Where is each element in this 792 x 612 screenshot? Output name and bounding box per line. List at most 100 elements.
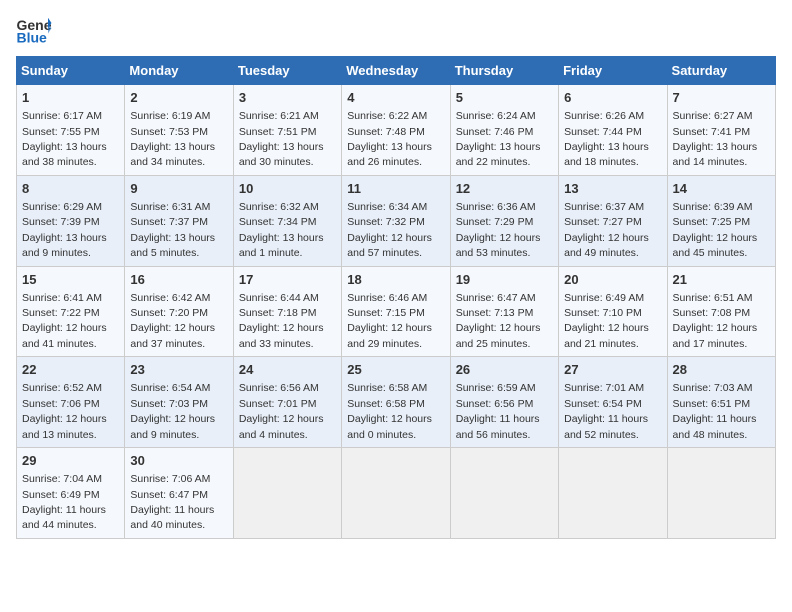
weekday-sunday: Sunday xyxy=(17,57,125,85)
weekday-saturday: Saturday xyxy=(667,57,775,85)
page-header: General Blue xyxy=(16,16,776,44)
day-info: Sunrise: 6:58 AMSunset: 6:58 PMDaylight:… xyxy=(347,382,432,440)
day-number: 19 xyxy=(456,271,553,289)
day-number: 5 xyxy=(456,89,553,107)
day-number: 23 xyxy=(130,361,227,379)
day-info: Sunrise: 6:34 AMSunset: 7:32 PMDaylight:… xyxy=(347,201,432,259)
calendar-cell: 9 Sunrise: 6:31 AMSunset: 7:37 PMDayligh… xyxy=(125,175,233,266)
day-number: 16 xyxy=(130,271,227,289)
calendar-cell: 14 Sunrise: 6:39 AMSunset: 7:25 PMDaylig… xyxy=(667,175,775,266)
day-info: Sunrise: 6:37 AMSunset: 7:27 PMDaylight:… xyxy=(564,201,649,259)
weekday-wednesday: Wednesday xyxy=(342,57,450,85)
day-number: 28 xyxy=(673,361,770,379)
calendar-cell: 3 Sunrise: 6:21 AMSunset: 7:51 PMDayligh… xyxy=(233,85,341,176)
calendar-cell: 13 Sunrise: 6:37 AMSunset: 7:27 PMDaylig… xyxy=(559,175,667,266)
calendar-cell xyxy=(233,448,341,539)
calendar-cell: 10 Sunrise: 6:32 AMSunset: 7:34 PMDaylig… xyxy=(233,175,341,266)
calendar-cell: 11 Sunrise: 6:34 AMSunset: 7:32 PMDaylig… xyxy=(342,175,450,266)
day-info: Sunrise: 7:03 AMSunset: 6:51 PMDaylight:… xyxy=(673,382,757,440)
day-number: 8 xyxy=(22,180,119,198)
calendar-cell: 21 Sunrise: 6:51 AMSunset: 7:08 PMDaylig… xyxy=(667,266,775,357)
calendar-cell: 15 Sunrise: 6:41 AMSunset: 7:22 PMDaylig… xyxy=(17,266,125,357)
logo-icon: General Blue xyxy=(16,16,52,44)
day-number: 10 xyxy=(239,180,336,198)
week-row-2: 8 Sunrise: 6:29 AMSunset: 7:39 PMDayligh… xyxy=(17,175,776,266)
day-info: Sunrise: 6:59 AMSunset: 6:56 PMDaylight:… xyxy=(456,382,540,440)
calendar-cell: 1 Sunrise: 6:17 AMSunset: 7:55 PMDayligh… xyxy=(17,85,125,176)
day-info: Sunrise: 6:32 AMSunset: 7:34 PMDaylight:… xyxy=(239,201,324,259)
day-info: Sunrise: 6:31 AMSunset: 7:37 PMDaylight:… xyxy=(130,201,215,259)
day-number: 17 xyxy=(239,271,336,289)
calendar-cell xyxy=(450,448,558,539)
day-info: Sunrise: 6:42 AMSunset: 7:20 PMDaylight:… xyxy=(130,292,215,350)
calendar-cell xyxy=(559,448,667,539)
day-number: 9 xyxy=(130,180,227,198)
day-number: 22 xyxy=(22,361,119,379)
day-info: Sunrise: 6:47 AMSunset: 7:13 PMDaylight:… xyxy=(456,292,541,350)
day-number: 14 xyxy=(673,180,770,198)
calendar-cell: 16 Sunrise: 6:42 AMSunset: 7:20 PMDaylig… xyxy=(125,266,233,357)
week-row-4: 22 Sunrise: 6:52 AMSunset: 7:06 PMDaylig… xyxy=(17,357,776,448)
day-info: Sunrise: 6:54 AMSunset: 7:03 PMDaylight:… xyxy=(130,382,215,440)
calendar-cell: 30 Sunrise: 7:06 AMSunset: 6:47 PMDaylig… xyxy=(125,448,233,539)
day-info: Sunrise: 7:06 AMSunset: 6:47 PMDaylight:… xyxy=(130,473,214,531)
week-row-1: 1 Sunrise: 6:17 AMSunset: 7:55 PMDayligh… xyxy=(17,85,776,176)
day-number: 24 xyxy=(239,361,336,379)
calendar-cell: 22 Sunrise: 6:52 AMSunset: 7:06 PMDaylig… xyxy=(17,357,125,448)
day-info: Sunrise: 6:22 AMSunset: 7:48 PMDaylight:… xyxy=(347,110,432,168)
weekday-thursday: Thursday xyxy=(450,57,558,85)
day-info: Sunrise: 6:51 AMSunset: 7:08 PMDaylight:… xyxy=(673,292,758,350)
day-number: 18 xyxy=(347,271,444,289)
calendar-cell: 25 Sunrise: 6:58 AMSunset: 6:58 PMDaylig… xyxy=(342,357,450,448)
day-number: 27 xyxy=(564,361,661,379)
calendar-cell: 24 Sunrise: 6:56 AMSunset: 7:01 PMDaylig… xyxy=(233,357,341,448)
day-number: 30 xyxy=(130,452,227,470)
day-info: Sunrise: 6:49 AMSunset: 7:10 PMDaylight:… xyxy=(564,292,649,350)
day-info: Sunrise: 6:41 AMSunset: 7:22 PMDaylight:… xyxy=(22,292,107,350)
day-number: 20 xyxy=(564,271,661,289)
day-info: Sunrise: 7:01 AMSunset: 6:54 PMDaylight:… xyxy=(564,382,648,440)
day-info: Sunrise: 6:36 AMSunset: 7:29 PMDaylight:… xyxy=(456,201,541,259)
day-info: Sunrise: 6:52 AMSunset: 7:06 PMDaylight:… xyxy=(22,382,107,440)
calendar-cell: 26 Sunrise: 6:59 AMSunset: 6:56 PMDaylig… xyxy=(450,357,558,448)
calendar-cell: 4 Sunrise: 6:22 AMSunset: 7:48 PMDayligh… xyxy=(342,85,450,176)
calendar-body: 1 Sunrise: 6:17 AMSunset: 7:55 PMDayligh… xyxy=(17,85,776,539)
calendar-cell: 29 Sunrise: 7:04 AMSunset: 6:49 PMDaylig… xyxy=(17,448,125,539)
day-number: 15 xyxy=(22,271,119,289)
calendar-cell: 19 Sunrise: 6:47 AMSunset: 7:13 PMDaylig… xyxy=(450,266,558,357)
weekday-friday: Friday xyxy=(559,57,667,85)
day-number: 25 xyxy=(347,361,444,379)
day-info: Sunrise: 6:21 AMSunset: 7:51 PMDaylight:… xyxy=(239,110,324,168)
week-row-3: 15 Sunrise: 6:41 AMSunset: 7:22 PMDaylig… xyxy=(17,266,776,357)
day-info: Sunrise: 6:46 AMSunset: 7:15 PMDaylight:… xyxy=(347,292,432,350)
day-info: Sunrise: 6:39 AMSunset: 7:25 PMDaylight:… xyxy=(673,201,758,259)
calendar-cell: 7 Sunrise: 6:27 AMSunset: 7:41 PMDayligh… xyxy=(667,85,775,176)
calendar-cell: 17 Sunrise: 6:44 AMSunset: 7:18 PMDaylig… xyxy=(233,266,341,357)
day-info: Sunrise: 6:17 AMSunset: 7:55 PMDaylight:… xyxy=(22,110,107,168)
calendar-cell: 12 Sunrise: 6:36 AMSunset: 7:29 PMDaylig… xyxy=(450,175,558,266)
weekday-row: SundayMondayTuesdayWednesdayThursdayFrid… xyxy=(17,57,776,85)
week-row-5: 29 Sunrise: 7:04 AMSunset: 6:49 PMDaylig… xyxy=(17,448,776,539)
day-info: Sunrise: 6:56 AMSunset: 7:01 PMDaylight:… xyxy=(239,382,324,440)
day-number: 6 xyxy=(564,89,661,107)
calendar-cell: 8 Sunrise: 6:29 AMSunset: 7:39 PMDayligh… xyxy=(17,175,125,266)
day-info: Sunrise: 6:27 AMSunset: 7:41 PMDaylight:… xyxy=(673,110,758,168)
day-number: 11 xyxy=(347,180,444,198)
calendar-cell: 27 Sunrise: 7:01 AMSunset: 6:54 PMDaylig… xyxy=(559,357,667,448)
logo: General Blue xyxy=(16,16,56,44)
day-number: 4 xyxy=(347,89,444,107)
calendar-cell xyxy=(342,448,450,539)
weekday-monday: Monday xyxy=(125,57,233,85)
day-number: 12 xyxy=(456,180,553,198)
calendar-cell: 20 Sunrise: 6:49 AMSunset: 7:10 PMDaylig… xyxy=(559,266,667,357)
day-number: 1 xyxy=(22,89,119,107)
day-info: Sunrise: 6:19 AMSunset: 7:53 PMDaylight:… xyxy=(130,110,215,168)
calendar-table: SundayMondayTuesdayWednesdayThursdayFrid… xyxy=(16,56,776,539)
day-info: Sunrise: 6:26 AMSunset: 7:44 PMDaylight:… xyxy=(564,110,649,168)
calendar-cell xyxy=(667,448,775,539)
calendar-cell: 18 Sunrise: 6:46 AMSunset: 7:15 PMDaylig… xyxy=(342,266,450,357)
calendar-cell: 23 Sunrise: 6:54 AMSunset: 7:03 PMDaylig… xyxy=(125,357,233,448)
calendar-cell: 2 Sunrise: 6:19 AMSunset: 7:53 PMDayligh… xyxy=(125,85,233,176)
svg-text:Blue: Blue xyxy=(17,29,48,44)
day-number: 21 xyxy=(673,271,770,289)
